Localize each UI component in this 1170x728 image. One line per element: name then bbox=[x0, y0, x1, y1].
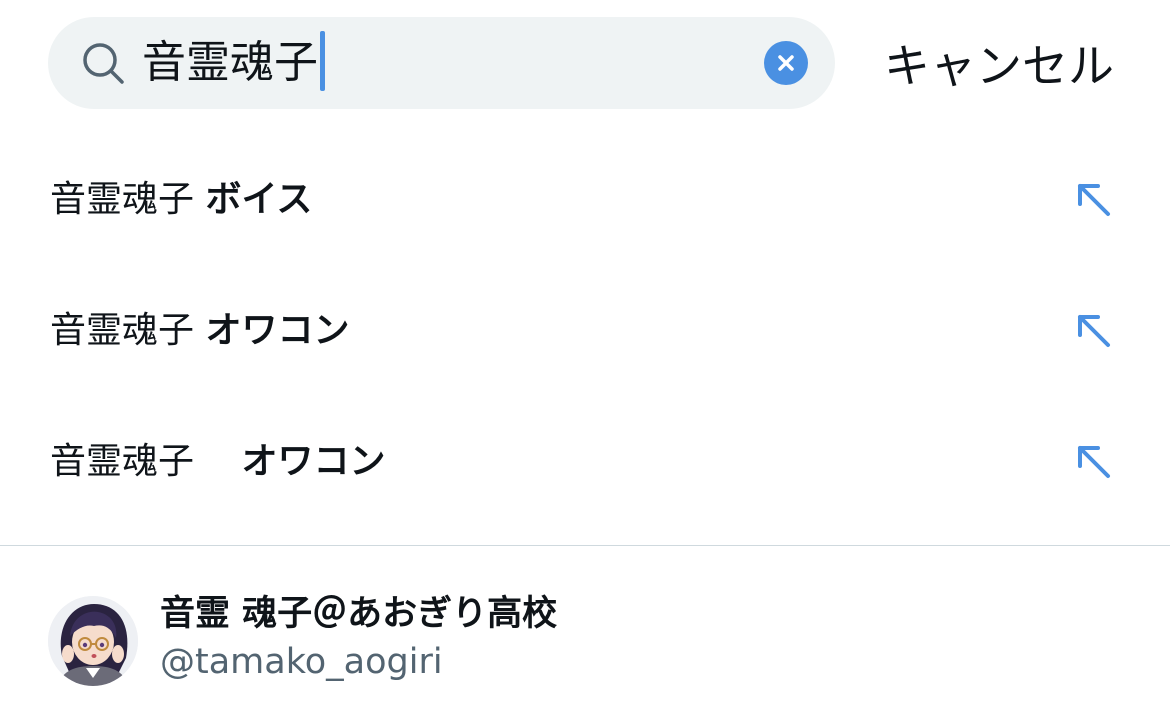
suggestion-item[interactable]: 音霊魂子 ボイス bbox=[0, 134, 1170, 265]
suggestion-item[interactable]: 音霊魂子 オワコン bbox=[0, 396, 1170, 527]
arrow-up-left-icon[interactable] bbox=[1072, 178, 1116, 222]
arrow-up-left-icon[interactable] bbox=[1072, 440, 1116, 484]
arrow-up-left-icon[interactable] bbox=[1072, 309, 1116, 353]
avatar[interactable] bbox=[48, 596, 138, 686]
close-icon bbox=[778, 55, 794, 71]
cancel-button[interactable]: キャンセル bbox=[884, 36, 1114, 96]
search-icon bbox=[80, 40, 126, 86]
suggestion-text: 音霊魂子 オワコン bbox=[50, 441, 386, 482]
user-result[interactable]: 音霊 魂子＠あおぎり高校 @tamako_aogiri bbox=[0, 546, 1170, 728]
suggestion-text: 音霊魂子 オワコン bbox=[50, 310, 350, 351]
clear-search-button[interactable] bbox=[764, 41, 808, 85]
user-handle: @tamako_aogiri bbox=[160, 642, 443, 682]
search-query[interactable]: 音霊魂子 bbox=[142, 31, 325, 95]
text-caret bbox=[320, 31, 325, 91]
suggestion-item[interactable]: 音霊魂子 オワコン bbox=[0, 265, 1170, 396]
search-header: 音霊魂子 キャンセル bbox=[0, 0, 1170, 130]
user-display-name: 音霊 魂子＠あおぎり高校 bbox=[160, 594, 558, 634]
suggestion-text: 音霊魂子 ボイス bbox=[50, 179, 313, 220]
